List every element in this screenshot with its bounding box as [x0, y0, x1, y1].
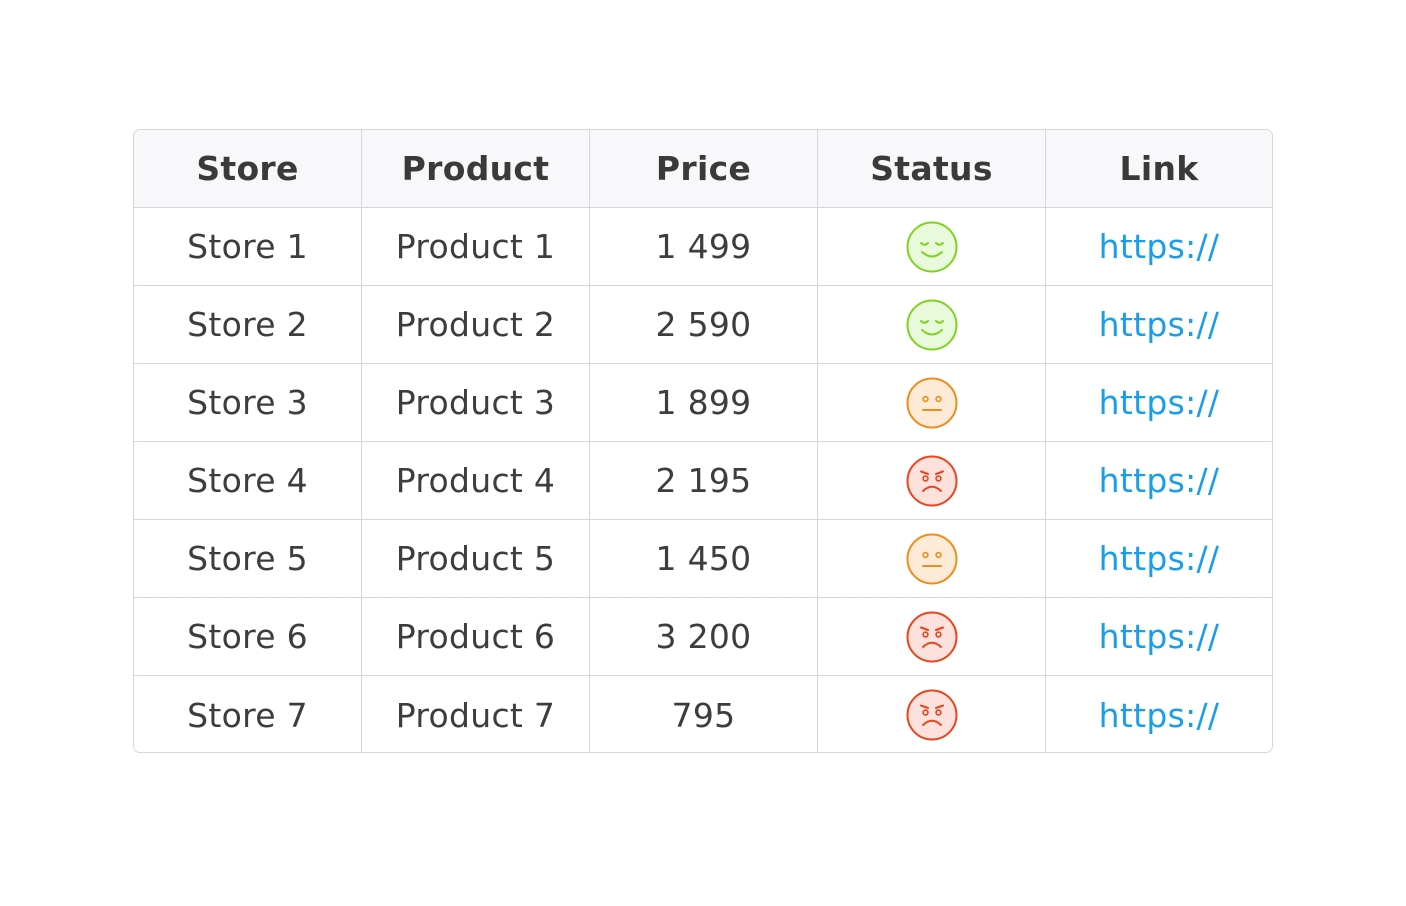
cell-link: https://	[1046, 286, 1272, 364]
store-link[interactable]: https://	[1099, 696, 1220, 735]
cell-store: Store 3	[134, 364, 362, 442]
cell-store: Store 4	[134, 442, 362, 520]
neutral-face-icon	[906, 533, 957, 584]
angry-face-icon	[906, 689, 957, 741]
cell-status	[818, 598, 1046, 676]
store-link[interactable]: https://	[1099, 539, 1220, 578]
cell-store: Store 2	[134, 286, 362, 364]
column-header-link[interactable]: Link	[1046, 130, 1272, 208]
cell-price: 3 200	[590, 598, 818, 676]
angry-face-icon	[906, 455, 957, 506]
price-table: Store Product Price Status Link Store 1P…	[133, 129, 1273, 753]
cell-link: https://	[1046, 364, 1272, 442]
store-link[interactable]: https://	[1099, 383, 1220, 422]
cell-store: Store 6	[134, 598, 362, 676]
cell-link: https://	[1046, 598, 1272, 676]
store-link[interactable]: https://	[1099, 461, 1220, 500]
cell-price: 2 195	[590, 442, 818, 520]
column-header-price[interactable]: Price	[590, 130, 818, 208]
cell-product: Product 7	[362, 676, 590, 752]
happy-face-icon	[906, 221, 957, 272]
cell-product: Product 3	[362, 364, 590, 442]
cell-product: Product 5	[362, 520, 590, 598]
cell-price: 1 450	[590, 520, 818, 598]
column-header-store[interactable]: Store	[134, 130, 362, 208]
cell-store: Store 7	[134, 676, 362, 752]
cell-status	[818, 208, 1046, 286]
cell-store: Store 1	[134, 208, 362, 286]
cell-product: Product 6	[362, 598, 590, 676]
cell-status	[818, 364, 1046, 442]
cell-status	[818, 520, 1046, 598]
cell-price: 1 499	[590, 208, 818, 286]
cell-price: 1 899	[590, 364, 818, 442]
neutral-face-icon	[906, 377, 957, 428]
cell-price: 2 590	[590, 286, 818, 364]
happy-face-icon	[906, 299, 957, 350]
cell-product: Product 4	[362, 442, 590, 520]
cell-status	[818, 676, 1046, 752]
store-link[interactable]: https://	[1099, 617, 1220, 656]
cell-link: https://	[1046, 442, 1272, 520]
store-link[interactable]: https://	[1099, 305, 1220, 344]
cell-status	[818, 286, 1046, 364]
cell-price: 795	[590, 676, 818, 752]
cell-link: https://	[1046, 676, 1272, 752]
cell-store: Store 5	[134, 520, 362, 598]
column-header-status[interactable]: Status	[818, 130, 1046, 208]
angry-face-icon	[906, 611, 957, 662]
price-table-grid: Store Product Price Status Link Store 1P…	[134, 130, 1272, 752]
cell-product: Product 2	[362, 286, 590, 364]
cell-link: https://	[1046, 208, 1272, 286]
cell-product: Product 1	[362, 208, 590, 286]
cell-link: https://	[1046, 520, 1272, 598]
cell-status	[818, 442, 1046, 520]
column-header-product[interactable]: Product	[362, 130, 590, 208]
store-link[interactable]: https://	[1099, 227, 1220, 266]
